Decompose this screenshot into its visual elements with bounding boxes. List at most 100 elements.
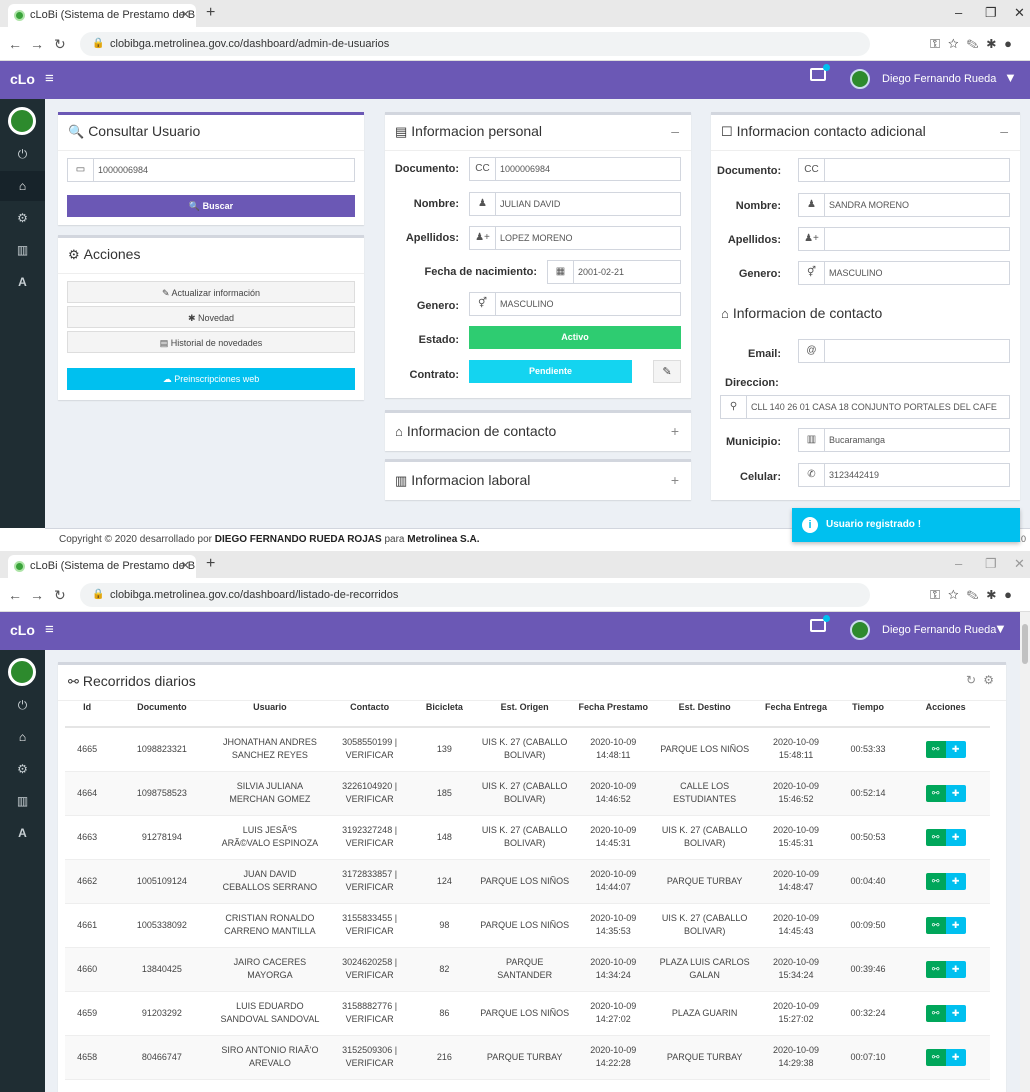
bicycle-action-button[interactable]: ⚯ — [925, 1004, 946, 1022]
fecha-nacimiento-field[interactable]: ▦ 2001-02-21 — [547, 260, 681, 284]
page-scrollbar[interactable] — [1020, 612, 1030, 1092]
back-icon[interactable]: ← — [8, 587, 22, 603]
close-tab-icon[interactable]: ✕ — [181, 555, 190, 578]
chart-icon[interactable]: ▥ — [0, 235, 45, 265]
menu-toggle-icon[interactable]: ≡ — [45, 70, 54, 87]
column-header[interactable]: Id — [65, 687, 110, 728]
column-header[interactable]: Fecha Entrega — [757, 687, 835, 728]
pin-action-button[interactable]: ✚ — [945, 872, 966, 890]
column-header[interactable]: Usuario — [214, 687, 326, 728]
success-toast[interactable]: i Usuario registrado ! — [792, 508, 1020, 542]
municipio-field[interactable]: ▥ Bucaramanga — [798, 428, 1010, 452]
pin-action-button[interactable]: ✚ — [945, 784, 966, 802]
browser-extension-icons[interactable]: ⚿☆✎✱● — [930, 36, 1020, 52]
bicycle-action-button[interactable]: ⚯ — [925, 916, 946, 934]
column-header[interactable]: Tiempo — [834, 687, 902, 728]
reload-icon[interactable]: ↻ — [54, 36, 66, 53]
novedad-button[interactable]: ✱ Novedad — [67, 306, 355, 328]
pin-action-button[interactable]: ✚ — [945, 916, 966, 934]
adicional-documento-field[interactable]: CC — [798, 158, 1010, 182]
bicycle-action-button[interactable]: ⚯ — [925, 872, 946, 890]
adicional-genero-field[interactable]: ⚥ MASCULINO — [798, 261, 1010, 285]
pin-action-button[interactable]: ✚ — [945, 740, 966, 758]
close-window-icon[interactable]: ✕ — [1014, 556, 1025, 572]
notifications-icon[interactable] — [810, 615, 830, 632]
column-header[interactable]: Est. Destino — [652, 687, 758, 728]
home-icon[interactable]: ⌂ — [0, 722, 45, 752]
reload-icon[interactable]: ↻ — [54, 587, 66, 604]
maximize-icon[interactable]: ❐ — [985, 5, 997, 21]
chart-icon[interactable]: ▥ — [0, 786, 45, 816]
close-window-icon[interactable]: ✕ — [1014, 5, 1025, 21]
bicycle-action-button[interactable]: ⚯ — [925, 740, 946, 758]
minimize-icon[interactable]: – — [955, 5, 962, 20]
email-field[interactable]: @ — [798, 339, 1010, 363]
menu-toggle-icon[interactable]: ≡ — [45, 621, 54, 638]
column-header[interactable]: Fecha Prestamo — [574, 687, 653, 728]
actualizar-informacion-button[interactable]: ✎ Actualizar información — [67, 281, 355, 303]
pin-action-button[interactable]: ✚ — [945, 960, 966, 978]
user-avatar[interactable] — [850, 620, 870, 640]
notifications-icon[interactable] — [810, 64, 830, 81]
new-tab-icon[interactable]: + — [206, 555, 215, 573]
maximize-icon[interactable]: ❐ — [985, 556, 997, 572]
brand-logo[interactable]: cLo — [10, 622, 35, 638]
contrato-pendiente-button[interactable]: Pendiente — [469, 360, 632, 383]
preinscripciones-web-button[interactable]: ☁ Preinscripciones web — [67, 368, 355, 390]
power-icon[interactable]: ⏻ — [0, 690, 45, 720]
settings-circle-icon[interactable]: ⚙ — [983, 673, 994, 687]
bicycle-action-button[interactable]: ⚯ — [925, 828, 946, 846]
column-header[interactable]: Bicicleta — [413, 687, 475, 728]
collapse-icon[interactable]: – — [1000, 123, 1008, 139]
historial-novedades-button[interactable]: ▤ Historial de novedades — [67, 331, 355, 353]
adicional-nombre-field[interactable]: ♟ SANDRA MORENO — [798, 193, 1010, 217]
back-icon[interactable]: ← — [8, 36, 22, 52]
bicycle-action-button[interactable]: ⚯ — [925, 960, 946, 978]
column-header[interactable]: Acciones — [901, 687, 990, 728]
documento-field[interactable]: CC 1000006984 — [469, 157, 681, 181]
buscar-button[interactable]: 🔍 Buscar — [67, 195, 355, 217]
url-field[interactable]: 🔒 clobibga.metrolinea.gov.co/dashboard/l… — [80, 583, 870, 607]
user-avatar[interactable] — [850, 69, 870, 89]
estado-activo-badge[interactable]: Activo — [469, 326, 681, 349]
nombre-field[interactable]: ♟ JULIAN DAVID — [469, 192, 681, 216]
pin-action-button[interactable]: ✚ — [945, 828, 966, 846]
minimize-icon[interactable]: – — [955, 556, 962, 571]
forward-icon[interactable]: → — [30, 587, 44, 603]
bicycle-action-button[interactable]: ⚯ — [925, 1048, 946, 1066]
pin-action-button[interactable]: ✚ — [945, 1004, 966, 1022]
bicycle-action-button[interactable]: ⚯ — [925, 784, 946, 802]
adicional-apellidos-field[interactable]: ♟+ — [798, 227, 1010, 251]
refresh-icon[interactable]: ↻ — [966, 673, 976, 687]
user-name[interactable]: Diego Fernando Rueda — [882, 624, 996, 636]
font-icon[interactable]: A — [0, 267, 45, 297]
brand-logo[interactable]: cLo — [10, 71, 35, 87]
genero-field[interactable]: ⚥ MASCULINO — [469, 292, 681, 316]
column-header[interactable]: Documento — [109, 687, 215, 728]
close-tab-icon[interactable]: ✕ — [181, 4, 190, 27]
column-header[interactable]: Est. Origen — [474, 687, 575, 728]
column-header[interactable]: Contacto — [325, 687, 414, 728]
informacion-laboral-collapsed-box[interactable]: ▥ Informacion laboral + — [385, 459, 691, 500]
font-icon[interactable]: A — [0, 818, 45, 848]
informacion-contacto-collapsed-box[interactable]: ⌂ Informacion de contacto + — [385, 410, 691, 451]
user-name[interactable]: Diego Fernando Rueda — [882, 73, 996, 85]
power-icon[interactable]: ⏻ — [0, 139, 45, 169]
new-tab-icon[interactable]: + — [206, 4, 215, 22]
edit-contract-button[interactable]: ✎ — [653, 360, 681, 383]
document-search-input[interactable]: ▭ 1000006984 — [67, 158, 355, 182]
expand-icon[interactable]: + — [671, 423, 679, 439]
filter-icon[interactable]: ▼ — [1004, 70, 1017, 85]
direccion-field[interactable]: ⚲ CLL 140 26 01 CASA 18 CONJUNTO PORTALES… — [720, 395, 1010, 419]
browser-extension-icons[interactable]: ⚿☆✎✱● — [930, 587, 1020, 603]
browser-tab[interactable]: cLoBi (Sistema de Prestamo de B ✕ — [8, 4, 196, 27]
collapse-icon[interactable]: – — [671, 123, 679, 139]
filter-icon[interactable]: ▼ — [994, 621, 1007, 636]
pin-action-button[interactable]: ✚ — [945, 1048, 966, 1066]
url-field[interactable]: 🔒 clobibga.metrolinea.gov.co/dashboard/a… — [80, 32, 870, 56]
apellidos-field[interactable]: ♟+ LOPEZ MORENO — [469, 226, 681, 250]
forward-icon[interactable]: → — [30, 36, 44, 52]
home-icon[interactable]: ⌂ — [0, 171, 45, 201]
settings-icon[interactable]: ⚙ — [0, 203, 45, 233]
expand-icon[interactable]: + — [671, 472, 679, 488]
